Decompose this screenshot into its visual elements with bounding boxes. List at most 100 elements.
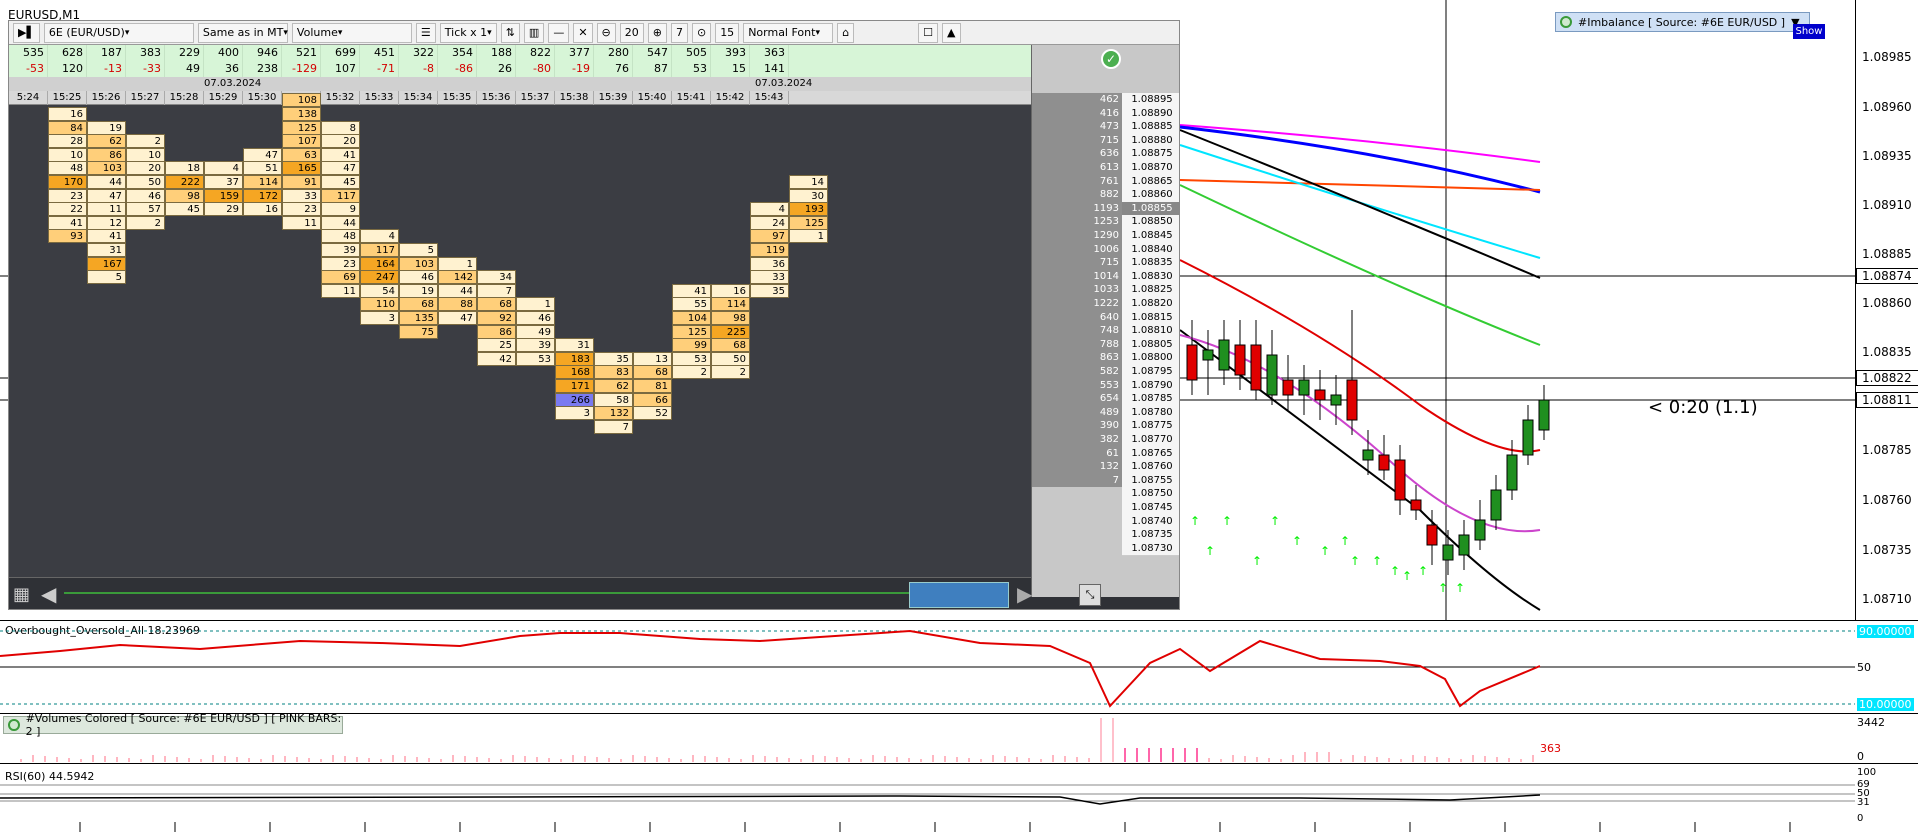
footprint-cell: 22	[48, 202, 87, 217]
num1-value[interactable]: 20	[619, 22, 644, 43]
volume-bar	[752, 755, 754, 762]
buy-arrow: ↑	[1372, 554, 1382, 568]
tick-select[interactable]: Tick x 1	[439, 22, 497, 43]
scroll-thumb[interactable]	[909, 582, 1009, 608]
font-select[interactable]: Normal Font	[743, 22, 834, 43]
footprint-cell: 108	[282, 93, 321, 108]
scroll-right-icon[interactable]: ▶	[1017, 582, 1032, 606]
calendar-icon[interactable]: ▦	[13, 584, 37, 606]
volume-bar	[56, 757, 58, 762]
time-label: 15:43	[750, 91, 789, 105]
ladder-row: 1.08750	[1032, 487, 1179, 502]
filter-icon[interactable]: ⇅	[500, 22, 520, 43]
footprint-cell: 110	[360, 297, 399, 312]
footprint-scrollbar[interactable]: ▦ ◀ ▶ ⤡	[9, 577, 1101, 609]
ladder-volume: 489	[1032, 405, 1122, 420]
time-label: 15:35	[438, 91, 477, 105]
candle	[1506, 454, 1518, 491]
candle	[1522, 419, 1534, 456]
up-icon[interactable]: ⊙	[691, 22, 712, 43]
footprint-cell: 23	[48, 188, 87, 203]
show-button[interactable]: Show	[1793, 24, 1825, 39]
imbalance-indicator[interactable]: #Imbalance [ Source: #6E EUR/USD ] ▼	[1555, 12, 1810, 32]
ladder-row: 462 1.08895	[1032, 93, 1179, 108]
volume-bar	[788, 758, 790, 762]
stat-delta: 141	[750, 61, 789, 77]
volume-bar	[1304, 752, 1306, 762]
ladder-volume: 640	[1032, 310, 1122, 325]
volume-bar	[224, 756, 226, 762]
volume-bar	[1232, 755, 1234, 762]
volume-bar	[716, 757, 718, 762]
mode-select[interactable]: Same as in MT	[197, 22, 288, 43]
collapse-icon[interactable]: ▲	[942, 22, 961, 43]
fit-icon[interactable]: ⤡	[1079, 584, 1101, 606]
price-label: 1.08835	[1862, 345, 1912, 359]
footprint-cell: 142	[438, 270, 477, 285]
volumes-canvas	[20, 718, 1534, 762]
footprint-cell: 23	[321, 256, 360, 271]
ladder-row: 1193 1.08855	[1032, 201, 1179, 217]
volume-bar	[1076, 757, 1078, 762]
ladder-price: 1.08835	[1122, 256, 1179, 271]
volume-bar	[1100, 718, 1102, 762]
symbol-select[interactable]: 6E (EUR/USD)	[43, 22, 194, 43]
footprint-cell: 53	[516, 351, 555, 366]
volume-bar	[428, 758, 430, 762]
stat-delta: -129	[282, 61, 321, 77]
volume-bar	[572, 755, 574, 762]
num2-value[interactable]: 7	[670, 22, 688, 43]
volume-bar	[1340, 759, 1342, 762]
ladder-volume: 1014	[1032, 269, 1122, 284]
bars-icon[interactable]: ▥	[523, 22, 545, 43]
footprint-cell: 39	[321, 243, 360, 257]
settings-icon[interactable]: ☰	[415, 22, 436, 43]
volume-bar	[1424, 756, 1426, 762]
stat-volume: 322	[399, 45, 438, 61]
footprint-cell: 1	[789, 229, 828, 244]
ladder-volume: 553	[1032, 378, 1122, 393]
candle	[1346, 379, 1358, 421]
ladder-volume: 863	[1032, 351, 1122, 365]
footprint-cell: 46	[516, 311, 555, 325]
footprint-cell: 33	[750, 270, 789, 285]
check-icon[interactable]: ✓	[1101, 49, 1121, 69]
footprint-cell: 46	[126, 188, 165, 203]
clear-icon[interactable]: ⌂	[837, 22, 855, 43]
ladder-volume: 61	[1032, 446, 1122, 461]
close-icon[interactable]: ✕	[573, 22, 593, 43]
minus-icon[interactable]: ⊖	[596, 22, 616, 43]
stat-volume: 521	[282, 45, 321, 61]
num3-value[interactable]: 15	[715, 22, 740, 43]
footprint-cell: 97	[750, 229, 789, 244]
type-select[interactable]: Volume	[291, 22, 412, 43]
minimize-icon[interactable]: —	[548, 22, 570, 43]
footprint-cell: 12	[87, 215, 126, 230]
ladder-price: 1.08775	[1122, 419, 1179, 434]
volume-bar	[812, 755, 814, 762]
price-ladder: ✓ 462 1.08895 416 1.08890 473 1.08885 715 1.088…	[1031, 45, 1179, 597]
candle	[1250, 344, 1262, 391]
ladder-price: 1.08815	[1122, 310, 1179, 326]
time-axis-ticks	[79, 822, 1791, 832]
price-label: 1.08985	[1862, 50, 1912, 64]
ladder-row: 761 1.08865	[1032, 174, 1179, 190]
ladder-volume: 1006	[1032, 242, 1122, 257]
ladder-volume: 416	[1032, 106, 1122, 121]
stat-delta: 87	[633, 61, 672, 77]
time-label: 15:26	[87, 91, 126, 105]
scroll-left-icon[interactable]: ◀	[41, 582, 56, 606]
stat-delta: 238	[243, 61, 282, 77]
maximize-icon[interactable]: ☐	[918, 22, 939, 43]
ladder-price: 1.08800	[1122, 351, 1179, 366]
footprint-cell: 41	[87, 229, 126, 244]
footprint-cell: 125	[789, 215, 828, 230]
stat-volume: 363	[750, 45, 789, 61]
volume-bar	[1400, 759, 1402, 762]
plus-icon[interactable]: ⊕	[647, 22, 667, 43]
buy-arrow: ↑	[1340, 534, 1350, 548]
play-button[interactable]: ▶▌	[13, 22, 40, 43]
footprint-cell: 138	[282, 107, 321, 121]
rsi-100-label: 100	[1857, 767, 1877, 778]
stat-volume: 377	[555, 45, 594, 61]
